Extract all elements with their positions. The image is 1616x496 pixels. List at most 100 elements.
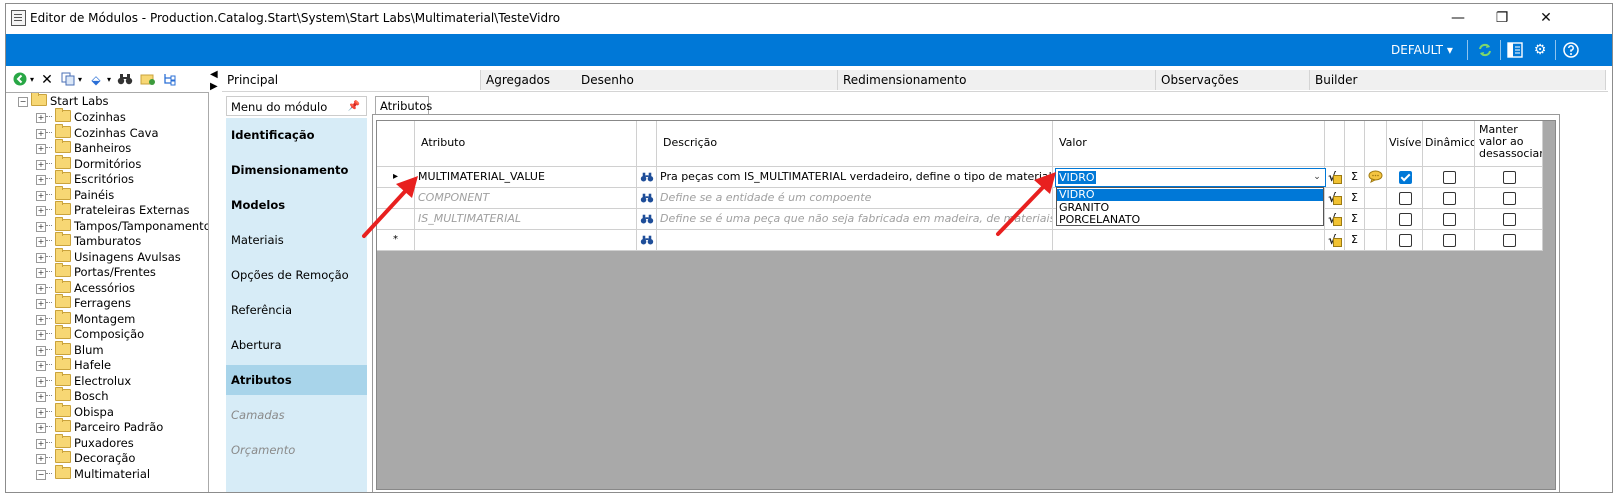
expand-icon[interactable]: + xyxy=(36,144,46,154)
expand-icon[interactable]: + xyxy=(36,283,46,294)
tree-item[interactable]: + Ferragens xyxy=(36,294,131,311)
layout-icon[interactable] xyxy=(1506,41,1524,59)
expand-icon[interactable]: + xyxy=(36,330,46,340)
formula-button[interactable]: √ xyxy=(1325,209,1345,230)
column-header[interactable]: Dinâmico xyxy=(1423,121,1475,167)
dynamic-cell[interactable] xyxy=(1423,188,1475,209)
tab-observacoes[interactable]: Observações xyxy=(1156,70,1310,90)
minimize-button[interactable]: — xyxy=(1436,6,1480,30)
keep-cell[interactable] xyxy=(1475,167,1543,188)
back-icon[interactable] xyxy=(12,72,28,88)
tab-builder[interactable]: Builder xyxy=(1310,70,1606,90)
sum-button[interactable]: Σ xyxy=(1345,188,1365,209)
expand-icon[interactable]: + xyxy=(36,361,46,371)
column-header[interactable]: Descrição xyxy=(657,121,1053,167)
comment-button[interactable] xyxy=(1365,167,1387,188)
visible-checkbox[interactable] xyxy=(1399,213,1412,226)
visible-checkbox[interactable] xyxy=(1399,171,1412,184)
help-icon[interactable] xyxy=(1562,41,1580,59)
dynamic-checkbox[interactable] xyxy=(1443,192,1456,205)
keep-cell[interactable] xyxy=(1475,209,1543,230)
tab-principal[interactable]: Principal xyxy=(222,70,482,90)
tree-item[interactable]: + Electrolux xyxy=(36,371,131,389)
tree-item[interactable]: + Decoração xyxy=(36,449,135,466)
comment-button[interactable] xyxy=(1365,209,1387,230)
keep-checkbox[interactable] xyxy=(1503,234,1516,247)
dropdown-option[interactable]: PORCELANATO xyxy=(1057,214,1323,226)
keep-checkbox[interactable] xyxy=(1503,213,1516,226)
menu-item[interactable]: Identificação xyxy=(226,120,367,150)
chevron-down-icon[interactable]: ▾ xyxy=(28,72,36,88)
close-button[interactable]: ✕ xyxy=(1524,6,1568,30)
pin-icon[interactable]: 📌 xyxy=(348,97,360,117)
column-header[interactable]: Atributo xyxy=(415,121,637,167)
tree-item[interactable]: + Escritórios xyxy=(36,170,134,187)
expand-icon[interactable]: + xyxy=(36,190,46,201)
chevron-down-icon[interactable]: ⌄ xyxy=(1311,171,1323,184)
menu-item[interactable]: Referência xyxy=(226,295,367,325)
sum-button[interactable]: Σ xyxy=(1345,209,1365,230)
tree-item[interactable]: + Acessórios xyxy=(36,278,135,296)
attribute-name-cell[interactable]: MULTIMATERIAL_VALUE xyxy=(415,167,637,188)
tab-atributos[interactable]: Atributos xyxy=(375,96,432,115)
menu-item[interactable]: Modelos xyxy=(226,190,367,220)
menu-item[interactable]: Opções de Remoção xyxy=(226,260,367,290)
menu-item[interactable]: Materiais xyxy=(226,225,367,255)
profile-dropdown[interactable]: DEFAULT ▾ xyxy=(1391,43,1453,57)
tree-root[interactable]: − Start Labs xyxy=(18,93,109,109)
tree-item[interactable]: + Montagem xyxy=(36,309,135,327)
keep-cell[interactable] xyxy=(1475,188,1543,209)
visible-checkbox[interactable] xyxy=(1399,192,1412,205)
tree-item[interactable]: − Multimaterial xyxy=(36,464,150,482)
collapse-panel-button[interactable]: ◀ ▶ xyxy=(208,68,220,98)
menu-item[interactable]: Dimensionamento xyxy=(226,155,367,185)
formula-button[interactable]: √ xyxy=(1325,188,1345,209)
column-header[interactable] xyxy=(1365,121,1387,167)
chevron-down-icon[interactable]: ▾ xyxy=(76,72,84,88)
formula-button[interactable]: √ xyxy=(1325,167,1345,188)
value-combobox[interactable]: VIDRO ⌄ xyxy=(1055,168,1326,187)
expand-icon[interactable]: + xyxy=(36,175,46,185)
formula-button[interactable]: √ xyxy=(1325,230,1345,251)
tree-item[interactable]: + Banheiros xyxy=(36,139,131,156)
tree-item[interactable]: + Cozinhas xyxy=(36,108,126,125)
sum-button[interactable]: Σ xyxy=(1345,230,1365,251)
column-header[interactable] xyxy=(1345,121,1365,167)
expand-icon[interactable]: + xyxy=(36,237,46,247)
find-button[interactable] xyxy=(637,230,657,251)
visible-cell[interactable] xyxy=(1387,167,1423,188)
chevron-down-icon[interactable]: ▾ xyxy=(105,72,113,88)
tree-item[interactable]: + Portas/Frentes xyxy=(36,263,156,280)
tree-item[interactable]: + Bosch xyxy=(36,387,109,404)
tab-desenho[interactable]: Desenho xyxy=(576,70,838,90)
tree-icon[interactable] xyxy=(162,72,178,88)
column-header[interactable]: Valor xyxy=(1053,121,1325,167)
refresh-icon[interactable] xyxy=(1476,41,1494,59)
attribute-name-cell[interactable] xyxy=(415,230,637,251)
dynamic-cell[interactable] xyxy=(1423,167,1475,188)
visible-cell[interactable] xyxy=(1387,230,1423,251)
maximize-button[interactable]: ❐ xyxy=(1480,6,1524,30)
tree-item[interactable]: + Parceiro Padrão xyxy=(36,418,163,435)
expand-icon[interactable]: + xyxy=(36,345,46,356)
dropdown-option[interactable]: GRANITO xyxy=(1057,201,1323,214)
expand-icon[interactable]: + xyxy=(36,376,46,387)
tree-item[interactable]: + Composição xyxy=(36,325,144,342)
expand-icon[interactable]: + xyxy=(36,438,46,449)
find-button[interactable] xyxy=(637,167,657,188)
expand-icon[interactable]: + xyxy=(36,206,46,216)
tree-item[interactable]: + Painéis xyxy=(36,185,114,203)
dropdown-option[interactable]: VIDRO xyxy=(1057,189,1323,201)
expand-icon[interactable]: + xyxy=(36,299,46,309)
collapse-icon[interactable]: − xyxy=(36,469,46,480)
column-header[interactable]: Visível xyxy=(1387,121,1423,167)
expand-icon[interactable]: + xyxy=(36,159,46,170)
dynamic-cell[interactable] xyxy=(1423,209,1475,230)
column-header[interactable]: Manter valor ao desassociar xyxy=(1475,121,1543,167)
dynamic-checkbox[interactable] xyxy=(1443,213,1456,226)
comment-button[interactable] xyxy=(1365,230,1387,251)
folder-icon[interactable] xyxy=(140,72,156,88)
value-cell[interactable] xyxy=(1053,230,1325,251)
expand-icon[interactable]: + xyxy=(36,314,46,325)
expand-icon[interactable]: + xyxy=(36,423,46,433)
